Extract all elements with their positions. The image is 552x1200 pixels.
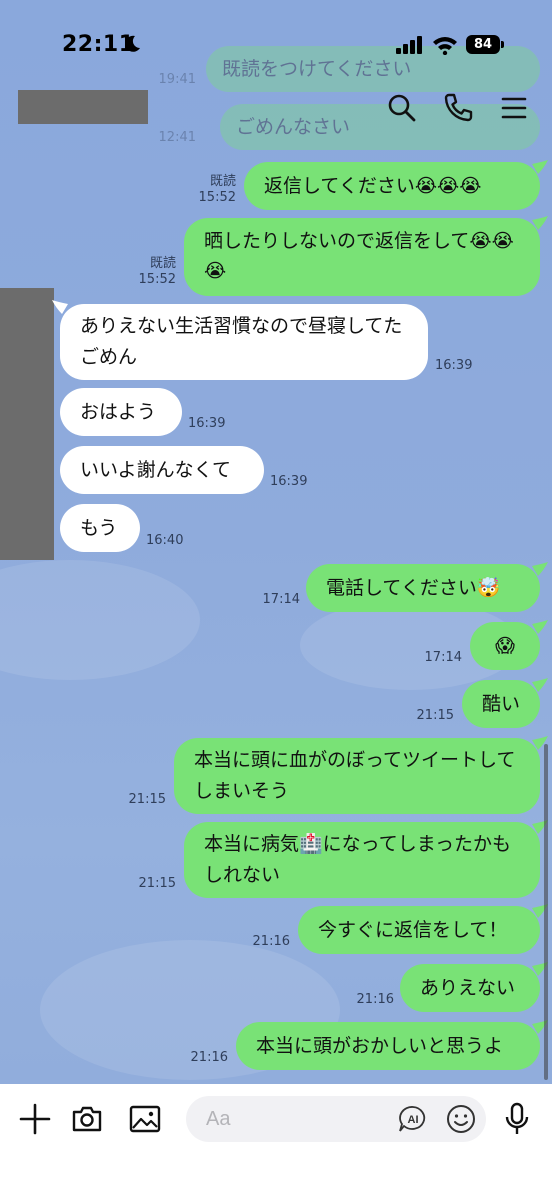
read-receipt: 既読 <box>149 256 176 271</box>
message-meta: 既読 15:52 <box>180 174 236 206</box>
message-bubble[interactable]: 😱 <box>470 622 540 670</box>
message-bubble[interactable]: 今すぐに返信をして！ <box>298 906 540 954</box>
message-bubble[interactable]: おはよう <box>60 388 182 436</box>
battery-nub <box>501 41 504 48</box>
timestamp: 15:52 <box>138 272 176 287</box>
timestamp: 21:15 <box>138 876 176 891</box>
phone-icon[interactable] <box>442 92 474 124</box>
message-meta: 既読 15:52 <box>120 256 176 288</box>
timestamp: 16:39 <box>270 474 308 489</box>
timestamp: 12:41 <box>158 130 196 145</box>
message-bubble[interactable]: 晒したりしないので返信をして😭😭😭 <box>184 218 540 296</box>
timestamp: 21:15 <box>128 792 166 807</box>
ai-button[interactable]: AI <box>398 1106 428 1132</box>
scrollbar[interactable] <box>544 744 548 1080</box>
bubble-tail <box>532 216 548 230</box>
timestamp: 16:40 <box>146 533 184 548</box>
image-icon[interactable] <box>128 1102 162 1136</box>
status-bar: 22:11 84 <box>0 0 552 90</box>
timestamp: 17:14 <box>424 650 462 665</box>
read-receipt: 既読 <box>209 174 236 189</box>
timestamp: 16:39 <box>188 416 226 431</box>
timestamp: 17:14 <box>262 592 300 607</box>
message-bubble[interactable]: ありえない生活習慣なので昼寝してたごめん <box>60 304 428 380</box>
timestamp: 15:52 <box>198 190 236 205</box>
timestamp: 21:16 <box>190 1050 228 1065</box>
message-bubble[interactable]: いいよ謝んなくて <box>60 446 264 494</box>
wifi-icon <box>433 37 457 55</box>
battery-level: 84 <box>466 35 500 54</box>
message-bubble[interactable]: 本当に頭に血がのぼってツイートしてしまいそう <box>174 738 540 814</box>
bubble-tail <box>532 160 548 174</box>
ai-label: AI <box>408 1114 419 1126</box>
message-bubble-faded: ごめんなさい <box>220 104 540 150</box>
message-bubble[interactable]: 返信してください😭😭😭 <box>244 162 540 210</box>
message-bubble[interactable]: 電話してください🤯 <box>306 564 540 612</box>
bubble-tail <box>532 562 548 576</box>
timestamp: 21:16 <box>356 992 394 1007</box>
chat-screen: 19:41 既読をつけてください 12:41 ごめんなさい 22:11 84 既… <box>0 0 552 1200</box>
message-bubble[interactable]: ありえない <box>400 964 540 1012</box>
ai-icon: AI <box>399 1106 426 1132</box>
camera-icon[interactable] <box>70 1102 104 1136</box>
menu-icon[interactable] <box>498 92 530 124</box>
message-bubble[interactable]: 酷い <box>462 680 540 728</box>
emoji-icon[interactable] <box>446 1104 476 1134</box>
search-icon[interactable] <box>386 92 418 124</box>
background-cloud <box>0 560 200 680</box>
timestamp: 16:39 <box>435 358 473 373</box>
moon-icon <box>125 35 140 52</box>
contact-avatar-redacted[interactable] <box>0 288 54 560</box>
message-bubble[interactable]: もう <box>60 504 140 552</box>
timestamp: 21:15 <box>416 708 454 723</box>
contact-name-redacted[interactable] <box>18 90 148 124</box>
mic-icon[interactable] <box>502 1102 532 1136</box>
bubble-tail <box>532 678 548 692</box>
plus-icon[interactable] <box>18 1102 52 1136</box>
message-input[interactable] <box>186 1096 486 1142</box>
message-bubble[interactable]: 本当に病気🏥になってしまったかもしれない <box>184 822 540 898</box>
bubble-tail <box>532 620 548 634</box>
cellular-signal-icon <box>396 36 422 54</box>
timestamp: 21:16 <box>252 934 290 949</box>
message-bubble[interactable]: 本当に頭がおかしいと思うよ <box>236 1022 540 1070</box>
